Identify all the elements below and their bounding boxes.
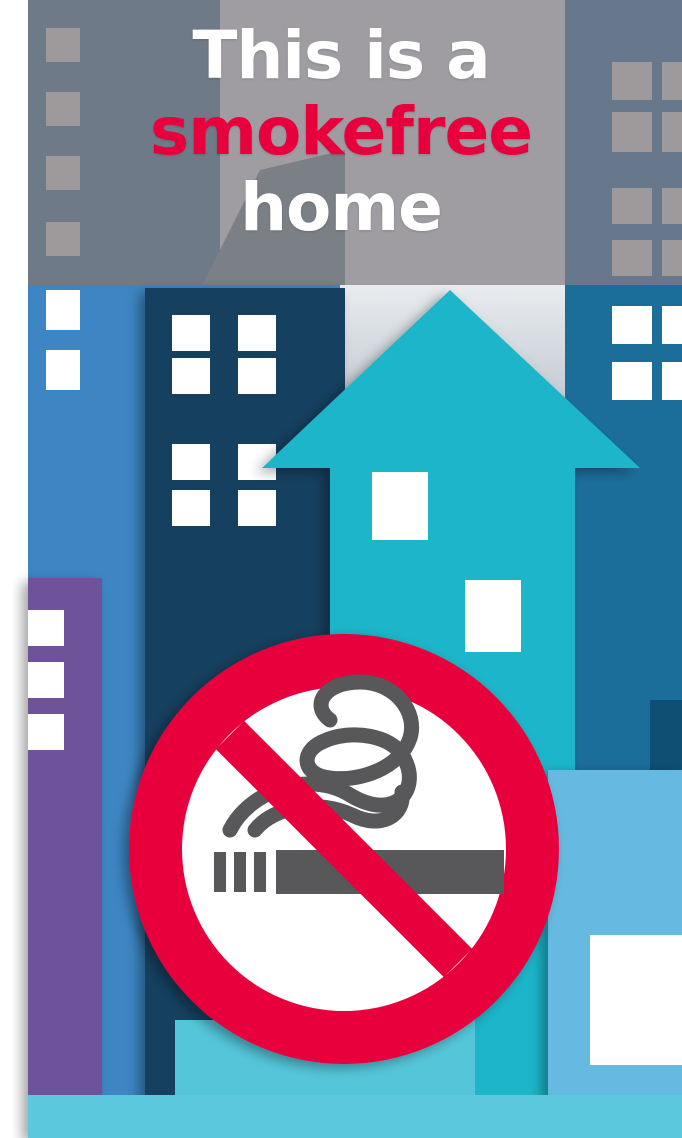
headline-line-2: smokefree	[149, 93, 533, 170]
headline-line-3: home	[240, 169, 443, 246]
window	[662, 306, 682, 344]
window	[28, 714, 64, 750]
window	[238, 490, 276, 526]
smokefree-poster: This is a smokefree home	[0, 0, 682, 1138]
window	[172, 490, 210, 526]
window	[372, 472, 428, 540]
window	[238, 358, 276, 394]
window	[28, 610, 64, 646]
window	[465, 580, 521, 652]
window	[46, 290, 80, 330]
poster-headline: This is a smokefree home	[0, 18, 682, 246]
window	[172, 358, 210, 394]
window	[172, 444, 210, 480]
no-smoking-icon	[129, 634, 559, 1064]
window	[662, 362, 682, 400]
window	[612, 306, 652, 344]
window	[238, 315, 276, 351]
window	[28, 662, 64, 698]
headline-line-1: This is a	[192, 17, 490, 94]
window	[172, 315, 210, 351]
window	[590, 935, 682, 1065]
ground-strip	[28, 1095, 682, 1138]
window	[46, 350, 80, 390]
window	[612, 362, 652, 400]
